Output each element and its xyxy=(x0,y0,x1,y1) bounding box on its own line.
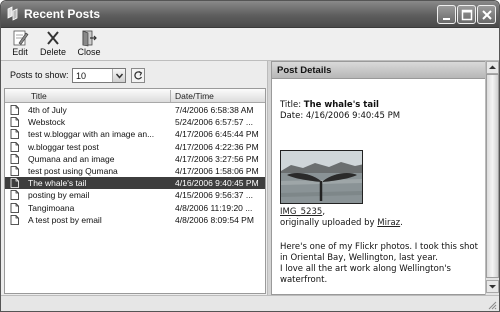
posts-list[interactable]: Title Date/Time 4th of July 7/4/2006 6:58… xyxy=(4,88,266,294)
table-row[interactable]: posting by email 4/15/2006 9:56:37 ... xyxy=(5,189,265,201)
close-window-button[interactable] xyxy=(477,5,496,24)
post-body: Here's one of my Flickr photos. I took t… xyxy=(280,242,486,286)
document-icon xyxy=(10,178,19,189)
details-scrollbar[interactable] xyxy=(485,61,499,295)
document-icon xyxy=(10,129,19,140)
posts-to-show-label: Posts to show: xyxy=(10,70,69,80)
document-icon xyxy=(10,190,19,201)
document-icon xyxy=(10,202,19,213)
post-body-paragraph-2: I love all the art work along Wellington… xyxy=(280,264,451,285)
document-icon xyxy=(10,117,19,128)
post-details-pane: Post Details Title: The whale's tail Dat… xyxy=(271,61,499,295)
close-label: Close xyxy=(77,47,101,57)
resize-grip-icon[interactable] xyxy=(487,300,497,310)
document-icon xyxy=(10,105,19,115)
whale-tail-photo xyxy=(281,151,362,203)
post-datetime-cell: 4/17/2006 6:45:44 PM xyxy=(175,129,259,140)
post-datetime-cell: 4/17/2006 4:22:36 PM xyxy=(175,141,259,152)
maximize-icon xyxy=(461,9,473,21)
post-meta: Title: The whale's tail Date: 4/16/2006 … xyxy=(280,100,484,122)
column-header-datetime[interactable]: Date/Time xyxy=(175,91,214,101)
post-title-cell: test w.bloggar with an image an... xyxy=(28,129,155,140)
post-title-cell: posting by email xyxy=(28,190,90,201)
uploader-link[interactable]: Miraz xyxy=(377,218,400,228)
table-row[interactable]: Qumana and an image 4/17/2006 3:27:56 PM xyxy=(5,153,265,165)
post-title-cell: Tangimoana xyxy=(28,202,75,213)
post-datetime-cell: 4/8/2006 8:09:54 PM xyxy=(175,214,254,225)
window-title: Recent Posts xyxy=(24,7,101,21)
post-photo[interactable] xyxy=(280,150,363,204)
status-bar xyxy=(1,295,499,311)
post-datetime-cell: 4/16/2006 9:40:45 PM xyxy=(175,178,259,189)
maximize-button[interactable] xyxy=(457,5,476,24)
refresh-button[interactable] xyxy=(131,68,145,83)
table-row[interactable]: Webstock 5/24/2006 6:57:57 ... xyxy=(5,116,265,128)
refresh-icon xyxy=(134,71,143,80)
column-divider[interactable] xyxy=(170,90,171,102)
posts-count-select[interactable]: 10 xyxy=(72,68,126,83)
list-header: Title Date/Time xyxy=(5,89,265,103)
table-row[interactable]: The whale's tail 4/16/2006 9:40:45 PM xyxy=(5,177,265,190)
delete-button[interactable]: Delete xyxy=(37,29,69,59)
post-title-cell: test post using Qumana xyxy=(28,165,118,176)
arrow-up-icon xyxy=(489,65,496,69)
table-row[interactable]: test post using Qumana 4/17/2006 1:58:06 … xyxy=(5,165,265,177)
post-title-cell: Webstock xyxy=(28,117,66,128)
post-title-cell: The whale's tail xyxy=(28,178,87,189)
delete-icon xyxy=(47,31,59,45)
title-label: Title: xyxy=(280,100,302,110)
post-datetime-cell: 7/4/2006 6:58:38 AM xyxy=(175,105,254,115)
post-datetime-cell: 4/17/2006 3:27:56 PM xyxy=(175,153,259,164)
posts-pane: Posts to show: 10 Title Date/Time 4th of… xyxy=(1,61,267,295)
scrollbar-thumb[interactable] xyxy=(486,74,499,278)
scroll-down-button[interactable] xyxy=(486,280,499,293)
post-title-cell: Qumana and an image xyxy=(28,153,115,164)
list-rows: 4th of July 7/4/2006 6:58:38 AM Webstock 5/… xyxy=(5,104,265,226)
document-icon xyxy=(10,141,19,152)
edit-icon xyxy=(13,30,29,46)
post-datetime-cell: 4/17/2006 1:58:06 PM xyxy=(175,165,259,176)
post-details-heading: Post Details xyxy=(277,65,332,76)
table-row[interactable]: 4th of July 7/4/2006 6:58:38 AM xyxy=(5,104,265,116)
minimize-button[interactable] xyxy=(437,5,456,24)
photo-caption: IMG_5235, originally uploaded by Miraz. xyxy=(280,207,403,228)
scroll-up-button[interactable] xyxy=(486,61,499,74)
close-button[interactable]: Close xyxy=(74,29,104,59)
table-row[interactable]: Tangimoana 4/8/2006 11:19:20 ... xyxy=(5,202,265,214)
column-header-title[interactable]: Title xyxy=(31,91,47,101)
post-title-cell: 4th of July xyxy=(28,105,67,115)
delete-label: Delete xyxy=(39,47,66,57)
post-datetime-cell: 5/24/2006 6:57:57 ... xyxy=(175,117,253,128)
image-link[interactable]: IMG_5235 xyxy=(280,207,322,217)
exit-door-icon xyxy=(82,30,97,47)
post-datetime-cell: 4/8/2006 11:19:20 ... xyxy=(175,202,253,213)
post-details-header: Post Details xyxy=(272,62,498,79)
post-body-paragraph-1: Here's one of my Flickr photos. I took t… xyxy=(280,242,478,263)
post-title-cell: A test post by email xyxy=(28,214,102,225)
arrow-down-icon xyxy=(489,285,496,289)
edit-label: Edit xyxy=(12,47,28,57)
close-icon xyxy=(482,10,492,20)
post-title: The whale's tail xyxy=(303,100,379,110)
edit-button[interactable]: Edit xyxy=(7,29,33,59)
toolbar: Edit Delete Close xyxy=(1,28,499,60)
title-bar[interactable]: Recent Posts xyxy=(1,1,499,28)
app-icon xyxy=(7,6,18,21)
post-datetime-cell: 4/15/2006 9:56:37 ... xyxy=(175,190,253,201)
date-label: Date: xyxy=(280,111,304,121)
table-row[interactable]: w.bloggar test post 4/17/2006 4:22:36 PM xyxy=(5,141,265,153)
table-row[interactable]: test w.bloggar with an image an... 4/17/2… xyxy=(5,128,265,140)
document-icon xyxy=(10,153,19,164)
minimize-icon xyxy=(443,18,450,20)
post-date: 4/16/2006 9:40:45 PM xyxy=(305,111,401,121)
posts-count-value: 10 xyxy=(76,71,87,81)
table-row[interactable]: A test post by email 4/8/2006 8:09:54 PM xyxy=(5,214,265,226)
uploaded-by-text: originally uploaded by xyxy=(280,218,375,228)
document-icon xyxy=(10,214,19,225)
post-title-cell: w.bloggar test post xyxy=(28,141,99,152)
document-icon xyxy=(10,166,19,176)
recent-posts-window: Recent Posts Edit Delete Close Posts to … xyxy=(0,0,500,312)
chevron-down-icon[interactable] xyxy=(112,69,125,82)
